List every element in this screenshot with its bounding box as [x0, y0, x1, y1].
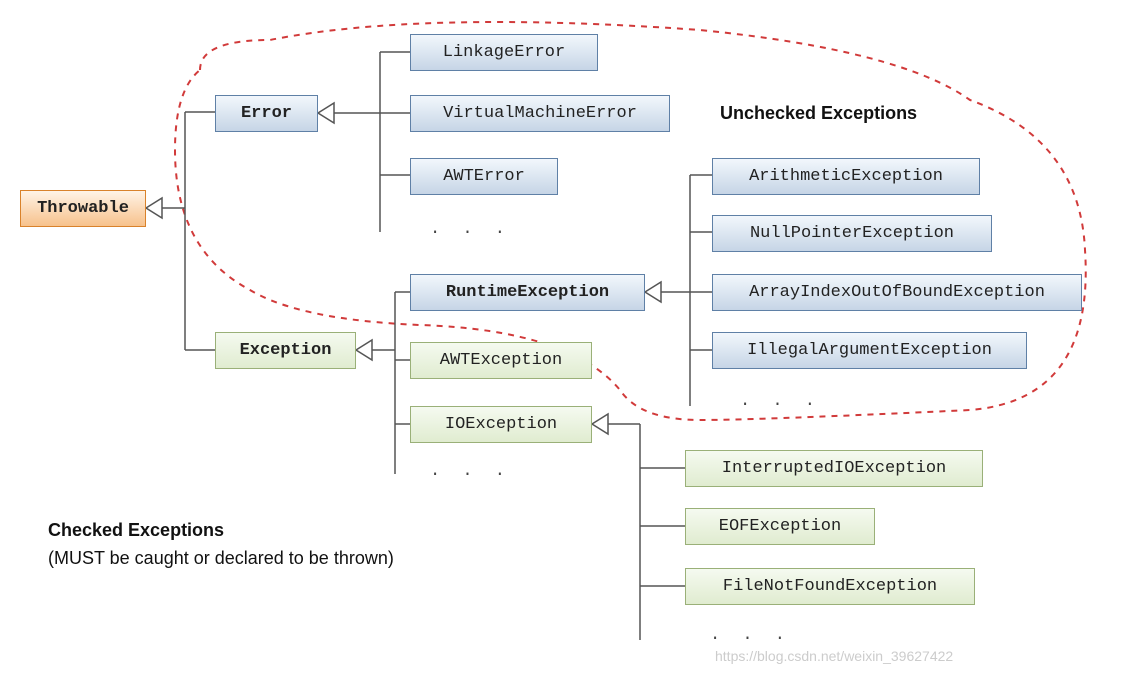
error-ellipsis: . . .: [430, 220, 511, 239]
arithmetic-exception-box: ArithmeticException: [712, 158, 980, 195]
unchecked-label: Unchecked Exceptions: [720, 103, 917, 124]
vm-error-box: VirtualMachineError: [410, 95, 670, 132]
linkage-error-box: LinkageError: [410, 34, 598, 71]
io-ellipsis: . . .: [710, 626, 791, 645]
checked-title: Checked Exceptions: [48, 520, 224, 541]
illegal-arg-box: IllegalArgumentException: [712, 332, 1027, 369]
checked-sub: (MUST be caught or declared to be thrown…: [48, 548, 394, 569]
file-not-found-box: FileNotFoundException: [685, 568, 975, 605]
throwable-box: Throwable: [20, 190, 146, 227]
npe-box: NullPointerException: [712, 215, 992, 252]
error-box: Error: [215, 95, 318, 132]
exception-box: Exception: [215, 332, 356, 369]
awt-exception-box: AWTException: [410, 342, 592, 379]
eof-exception-box: EOFException: [685, 508, 875, 545]
watermark: https://blog.csdn.net/weixin_39627422: [715, 648, 953, 664]
exception-ellipsis: . . .: [430, 462, 511, 481]
interrupted-io-box: InterruptedIOException: [685, 450, 983, 487]
runtime-exception-box: RuntimeException: [410, 274, 645, 311]
array-oob-box: ArrayIndexOutOfBoundException: [712, 274, 1082, 311]
io-exception-box: IOException: [410, 406, 592, 443]
awt-error-box: AWTError: [410, 158, 558, 195]
runtime-ellipsis: . . .: [740, 392, 821, 411]
